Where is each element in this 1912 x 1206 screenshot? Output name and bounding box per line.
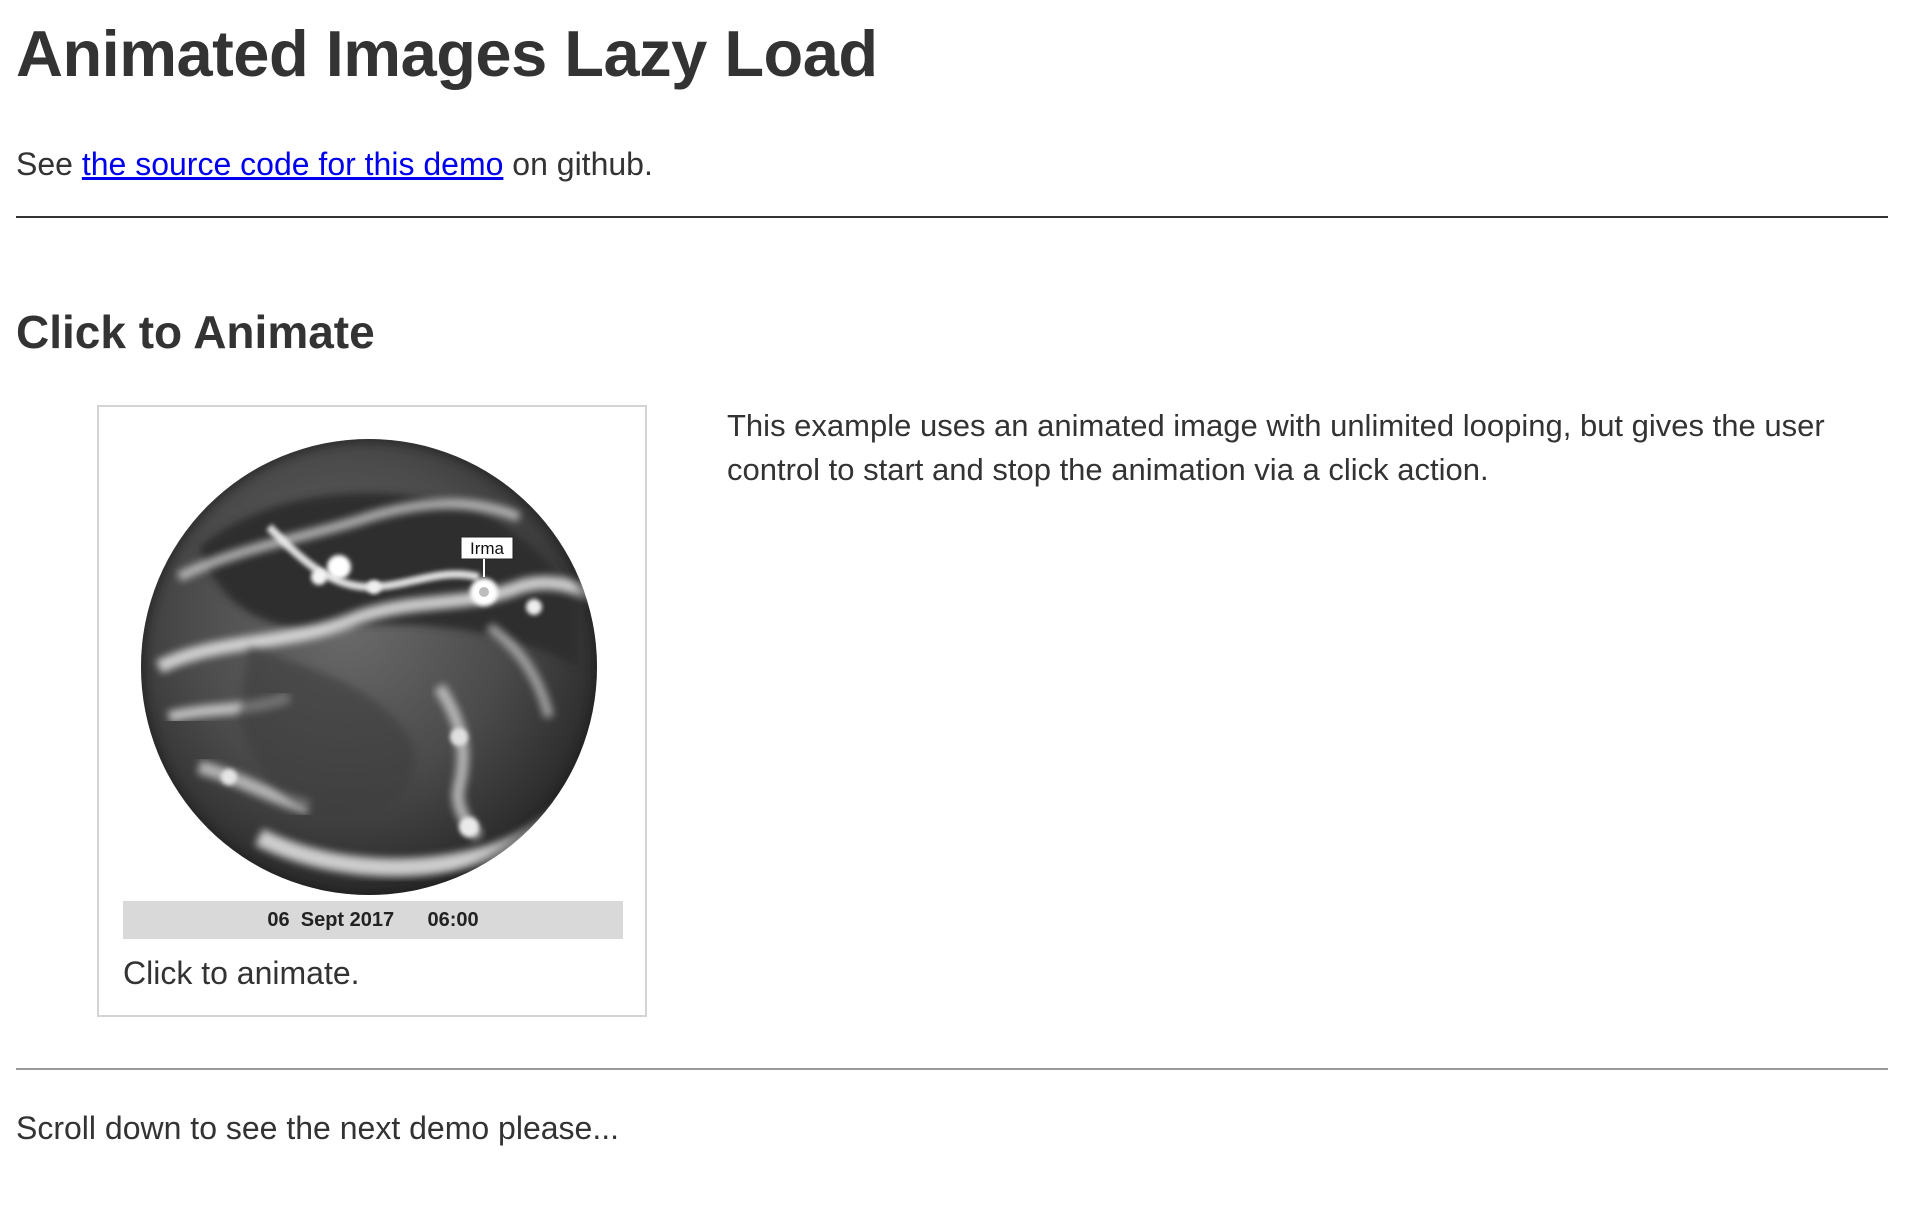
intro-prefix: See <box>16 146 82 182</box>
section-title: Click to Animate <box>16 306 375 358</box>
irma-label-text: Irma <box>470 539 505 558</box>
description-text: This example uses an animated image with… <box>727 408 1825 487</box>
footer-note: Scroll down to see the next demo please.… <box>16 1110 620 1146</box>
divider-bottom <box>16 1068 1888 1070</box>
intro-paragraph: See the source code for this demo on git… <box>16 142 653 186</box>
timestamp-bar: 06 Sept 2017 06:00 <box>123 901 623 939</box>
earth-globe-image: Irma <box>141 439 597 895</box>
divider-top <box>16 216 1888 218</box>
page-title: Animated Images Lazy Load <box>16 17 878 90</box>
satellite-image[interactable]: Irma <box>139 437 599 897</box>
figure-caption: Click to animate. <box>123 955 360 991</box>
intro-suffix: on github. <box>503 146 653 182</box>
animated-image-figure[interactable]: Irma 06 Sept 2017 06:00 Click to animate… <box>97 405 647 1017</box>
source-code-link[interactable]: the source code for this demo <box>82 146 504 182</box>
